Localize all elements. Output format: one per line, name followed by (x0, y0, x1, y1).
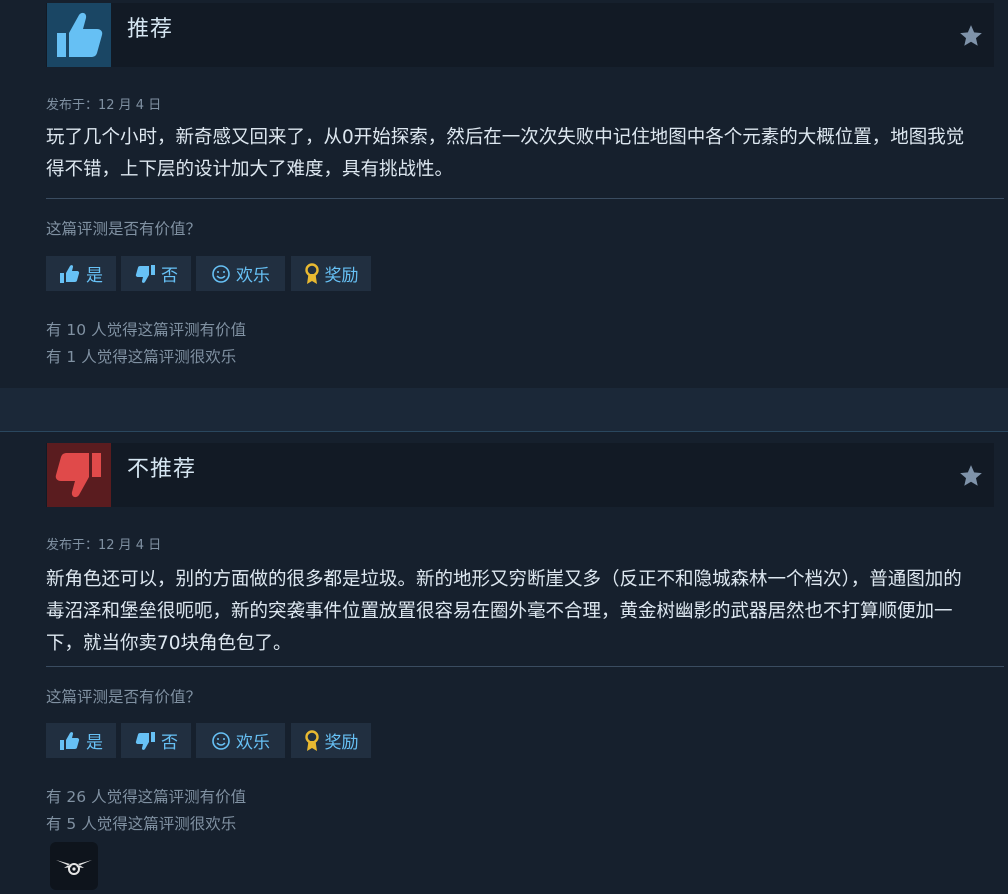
divider (46, 198, 1004, 199)
helpful-count: 有 10 人觉得这篇评测有价值 (46, 321, 247, 339)
award-ribbon-icon (304, 729, 319, 751)
award-button[interactable]: 奖励 (291, 256, 371, 291)
vote-yes-button[interactable]: 是 (46, 723, 116, 758)
vote-no-button[interactable]: 否 (121, 723, 191, 758)
thumbs-down-icon (135, 264, 155, 283)
award-button[interactable]: 奖励 (291, 723, 371, 758)
thumbs-up-icon (60, 731, 80, 750)
thumbs-down-icon (47, 443, 111, 507)
review-card-recommended: 推荐 发布于：12 月 4 日 玩了几个小时，新奇感又回来了，从0开始探索，然后… (0, 0, 1008, 388)
helpful-question: 这篇评测是否有价值？ (46, 220, 202, 238)
thumbs-down-icon (135, 731, 155, 750)
helpful-count: 有 26 人觉得这篇评测有价值 (46, 788, 247, 806)
vote-funny-button[interactable]: 欢乐 (196, 723, 285, 758)
vote-no-label: 否 (161, 733, 178, 753)
review-title: 推荐 (127, 17, 174, 42)
star-icon[interactable] (958, 463, 984, 489)
vote-yes-label: 是 (86, 266, 103, 286)
funny-count: 有 5 人觉得这篇评测很欢乐 (46, 815, 237, 833)
award-badge[interactable] (50, 842, 98, 890)
review-text: 新角色还可以，别的方面做的很多都是垃圾。新的地形又穷断崖又多（反正不和隐城森林一… (46, 569, 962, 654)
vote-no-button[interactable]: 否 (121, 256, 191, 291)
helpful-question: 这篇评测是否有价值？ (46, 688, 202, 706)
vote-yes-label: 是 (86, 733, 103, 753)
star-icon[interactable] (958, 23, 984, 49)
review-card-not-recommended: 不推荐 发布于：12 月 4 日 新角色还可以，别的方面做的很多都是垃圾。新的地… (0, 431, 1008, 894)
winged-emblem-icon (56, 860, 92, 875)
funny-count: 有 1 人觉得这篇评测很欢乐 (46, 348, 237, 366)
award-label: 奖励 (324, 733, 359, 753)
vote-funny-label: 欢乐 (236, 266, 270, 286)
review-header[interactable]: 不推荐 (46, 443, 994, 507)
review-title: 不推荐 (127, 457, 197, 482)
review-text: 玩了几个小时，新奇感又回来了，从0开始探索，然后在一次次失败中记住地图中各个元素… (46, 127, 965, 180)
vote-no-label: 否 (161, 266, 178, 286)
thumbs-up-icon (47, 3, 111, 67)
award-ribbon-icon (304, 262, 319, 284)
smiley-icon (212, 731, 230, 750)
review-header[interactable]: 推荐 (46, 3, 994, 67)
divider (46, 666, 1004, 667)
smiley-icon (212, 264, 230, 283)
vote-funny-button[interactable]: 欢乐 (196, 256, 285, 291)
vote-yes-button[interactable]: 是 (46, 256, 116, 291)
thumbs-up-icon (60, 264, 80, 283)
posted-date: 发布于：12 月 4 日 (46, 538, 162, 553)
award-label: 奖励 (324, 266, 359, 286)
vote-funny-label: 欢乐 (236, 733, 270, 753)
posted-date: 发布于：12 月 4 日 (46, 98, 162, 113)
